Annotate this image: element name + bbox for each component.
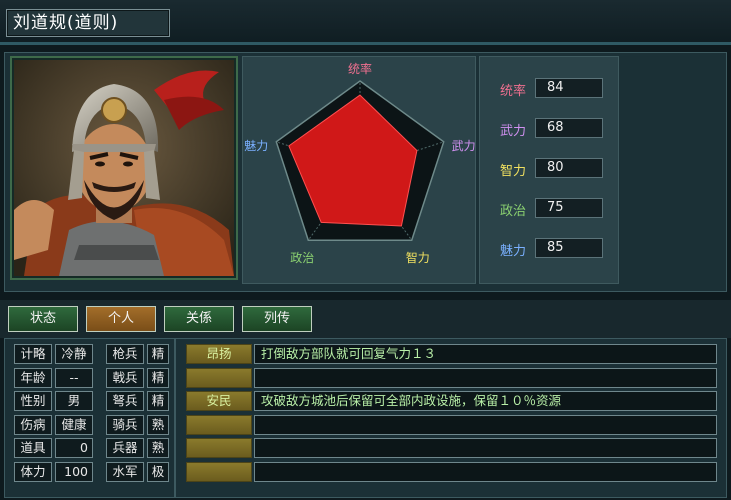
info-label-injury: 伤病 <box>14 415 52 435</box>
info-label-age: 年龄 <box>14 368 52 388</box>
stat-label-zhili: 智力 <box>499 164 526 179</box>
stat-label-zhengzhi: 政治 <box>499 204 526 219</box>
skill-description <box>254 462 717 482</box>
skill-name[interactable]: 安民 <box>186 391 252 411</box>
radar-axis-label: 武力 <box>452 139 476 153</box>
troop-label-halberd: 戟兵 <box>106 368 144 388</box>
troop-label-navy: 水军 <box>106 462 144 482</box>
troop-value-spear: 精 <box>147 344 169 364</box>
radar-axis-label: 智力 <box>406 250 430 265</box>
stat-label-tongshuai: 统率 <box>499 84 526 99</box>
stat-value-tongshuai: 84 <box>535 78 603 98</box>
divider <box>174 338 176 498</box>
skill-description <box>254 368 717 388</box>
skill-description: 打倒敌方部队就可回复气力１３ <box>254 344 717 364</box>
skill-description <box>254 415 717 435</box>
officer-portrait <box>14 60 234 276</box>
info-label-stamina: 体力 <box>14 462 52 482</box>
stat-value-zhili: 80 <box>535 158 603 178</box>
radar-axis-label: 政治 <box>290 251 314 265</box>
troop-value-crossbow: 精 <box>147 391 169 411</box>
radar-svg: 统率武力智力 政治 魅力 <box>244 61 476 265</box>
attribute-radar-chart: 统率武力智力 政治 魅力 <box>242 56 476 284</box>
tab-biography[interactable]: 列传 <box>242 306 312 332</box>
radar-axis-label: 统率 <box>348 61 372 76</box>
stat-label-wuli: 武力 <box>499 124 526 139</box>
info-value-age: -- <box>55 368 93 388</box>
skill-description <box>254 438 717 458</box>
skill-name[interactable] <box>186 438 252 458</box>
skill-description: 攻破敌方城池后保留可全部内政设施，保留１０％资源 <box>254 391 717 411</box>
skill-name[interactable]: 昂扬 <box>186 344 252 364</box>
info-value-strategy: 冷静 <box>55 344 93 364</box>
troop-label-siege: 兵器 <box>106 438 144 458</box>
stat-value-wuli: 68 <box>535 118 603 138</box>
officer-name-title: 刘道规(道则) <box>6 9 170 37</box>
skill-name[interactable] <box>186 368 252 388</box>
stat-value-meili: 85 <box>535 238 603 258</box>
stat-label-meili: 魅力 <box>499 244 526 259</box>
info-label-items: 道具 <box>14 438 52 458</box>
troop-value-siege: 熟 <box>147 438 169 458</box>
info-value-items: 0 <box>55 438 93 458</box>
stat-value-zhengzhi: 75 <box>535 198 603 218</box>
info-value-injury: 健康 <box>55 415 93 435</box>
troop-label-cavalry: 骑兵 <box>106 415 144 435</box>
troop-value-navy: 极 <box>147 462 169 482</box>
info-label-strategy: 计略 <box>14 344 52 364</box>
portrait-frame <box>10 56 238 280</box>
tab-status[interactable]: 状态 <box>8 306 78 332</box>
divider <box>0 42 731 45</box>
info-value-gender: 男 <box>55 391 93 411</box>
troop-label-spear: 枪兵 <box>106 344 144 364</box>
info-value-stamina: 100 <box>55 462 93 482</box>
tab-relations[interactable]: 关係 <box>164 306 234 332</box>
skill-name[interactable] <box>186 462 252 482</box>
skill-name[interactable] <box>186 415 252 435</box>
tab-personal[interactable]: 个人 <box>86 306 156 332</box>
troop-value-cavalry: 熟 <box>147 415 169 435</box>
radar-axis-label: 魅力 <box>244 138 268 153</box>
troop-value-halberd: 精 <box>147 368 169 388</box>
info-label-gender: 性别 <box>14 391 52 411</box>
troop-label-crossbow: 弩兵 <box>106 391 144 411</box>
